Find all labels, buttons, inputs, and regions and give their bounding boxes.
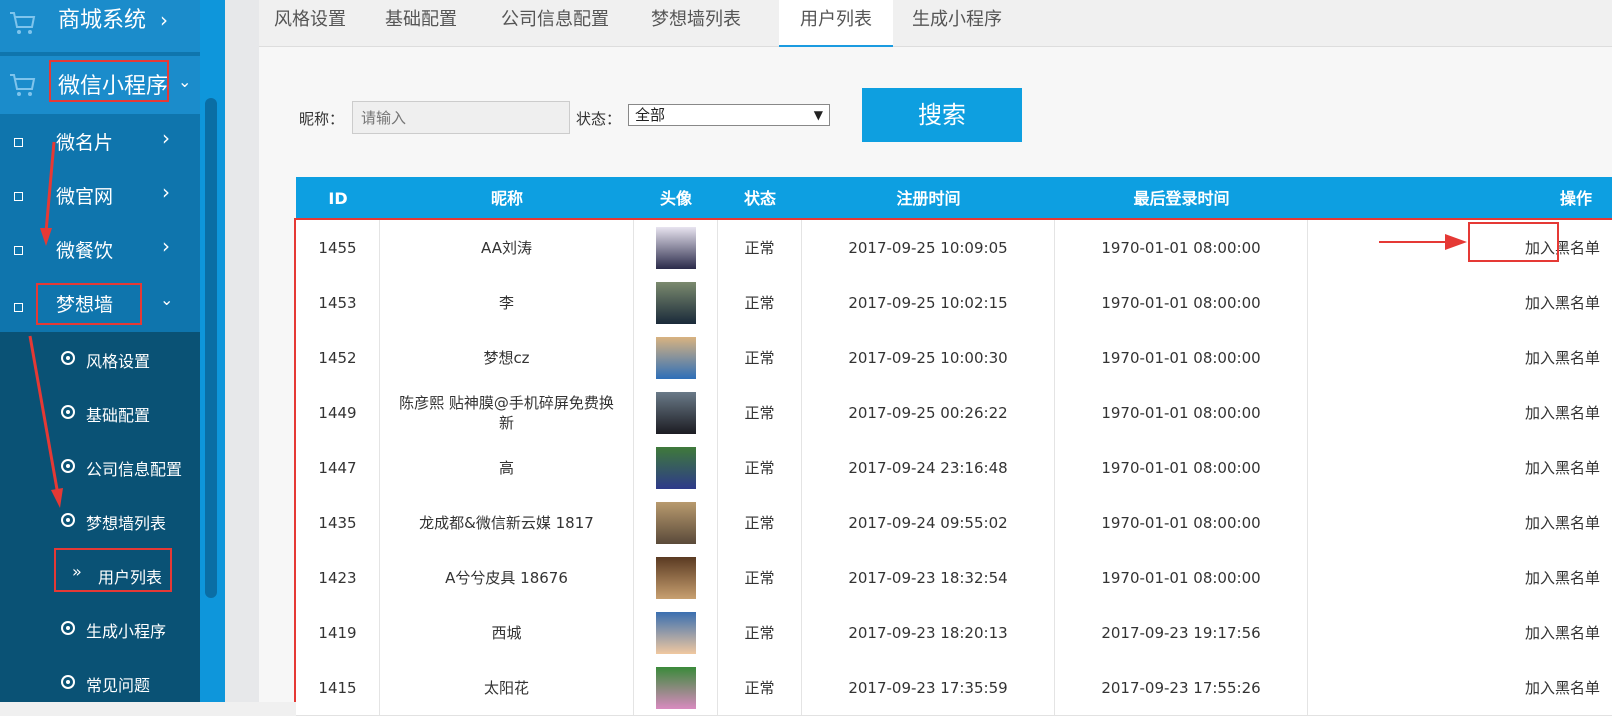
divider xyxy=(225,0,259,702)
search-button[interactable]: 搜索 xyxy=(862,88,1022,142)
tab-company[interactable]: 公司信息配置 xyxy=(483,0,627,46)
scrollbar-thumb[interactable] xyxy=(205,98,217,598)
col-id: ID xyxy=(328,189,348,208)
annotation-arrows xyxy=(28,141,63,508)
nickname-input[interactable] xyxy=(352,101,570,134)
tab-dreamwall[interactable]: 梦想墙列表 xyxy=(633,0,759,46)
main-content: 风格设置 基础配置 公司信息配置 梦想墙列表 用户列表 生成小程序 昵称： 状态… xyxy=(259,0,1612,716)
status-label: 状态： xyxy=(576,110,622,128)
table-header: ID 昵称 头像 状态 注册时间 最后登录时间 操作 xyxy=(296,177,1612,220)
tab-basic[interactable]: 基础配置 xyxy=(367,0,475,46)
col-action: 操作 xyxy=(1559,189,1592,208)
sidebar-scrollbar[interactable] xyxy=(200,0,225,702)
tab-bar: 风格设置 基础配置 公司信息配置 梦想墙列表 用户列表 生成小程序 xyxy=(259,0,1612,47)
status-select[interactable]: 全部 ▼ xyxy=(628,104,830,126)
highlight-box xyxy=(1468,222,1559,262)
col-status: 状态 xyxy=(743,189,776,208)
tab-userlist[interactable]: 用户列表 xyxy=(779,0,893,47)
col-last-login: 最后登录时间 xyxy=(1133,189,1230,208)
status-select-value: 全部 xyxy=(635,106,666,124)
tab-style[interactable]: 风格设置 xyxy=(259,0,361,46)
col-nickname: 昵称 xyxy=(490,189,523,208)
sidebar: 商城系统 › 微信小程序 ⌄ 微名片 › 微官网 › 微餐饮 › 梦想墙 ⌄ 风… xyxy=(0,0,200,702)
tab-generate[interactable]: 生成小程序 xyxy=(899,0,1015,46)
col-avatar: 头像 xyxy=(659,189,692,208)
highlight-box xyxy=(294,218,1612,702)
dropdown-arrow-icon: ▼ xyxy=(813,108,823,122)
annotation-arrow xyxy=(1379,234,1467,250)
nickname-label: 昵称： xyxy=(299,110,345,128)
col-register-time: 注册时间 xyxy=(896,189,961,208)
